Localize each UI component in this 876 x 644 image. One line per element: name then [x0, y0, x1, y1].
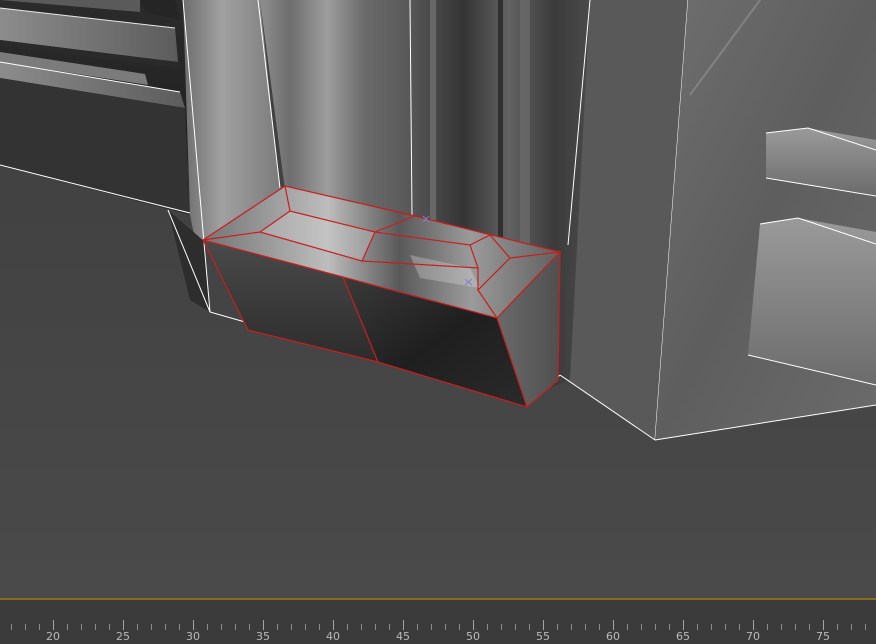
timeline-tick [151, 624, 152, 630]
timeline-tick-label: 55 [536, 630, 550, 643]
timeline-tick [613, 620, 614, 630]
timeline-tick [123, 620, 124, 630]
timeline-tick [487, 624, 488, 630]
timeline-tick [375, 624, 376, 630]
timeline-tick [739, 624, 740, 630]
timeline-tick-label: 70 [746, 630, 760, 643]
timeline-tick [571, 624, 572, 630]
timeline-tick [431, 624, 432, 630]
timeline-tick [25, 624, 26, 630]
timeline-tick [319, 624, 320, 630]
timeline-tick [851, 624, 852, 630]
right-wall[interactable] [654, 0, 876, 441]
timeline-tick [403, 620, 404, 630]
timeline-tick [11, 624, 12, 630]
timeline-tick [39, 624, 40, 630]
timeline-tick [683, 620, 684, 630]
timeline-tick-label: 65 [676, 630, 690, 643]
timeline-tick [627, 624, 628, 630]
timeline-tick [599, 624, 600, 630]
timeline-tick [137, 624, 138, 630]
timeline-tick [179, 624, 180, 630]
timeline-tick [781, 624, 782, 630]
timeline-tick [417, 624, 418, 630]
timeline-tick [445, 624, 446, 630]
timeline-tick [95, 624, 96, 630]
timeline-tick [543, 620, 544, 630]
timeline-tick-label: 30 [186, 630, 200, 643]
viewport-scene[interactable] [0, 0, 876, 598]
timeline-tick [641, 624, 642, 630]
timeline-tick-label: 75 [816, 630, 830, 643]
timeline-tick [235, 624, 236, 630]
timeline-tick [557, 624, 558, 630]
timeline-tick [67, 624, 68, 630]
timeline-tick [837, 624, 838, 630]
timeline-tick [333, 620, 334, 630]
timeline-tick [473, 620, 474, 630]
timeline-tick [655, 624, 656, 630]
timeline-tick [165, 624, 166, 630]
timeline-tick [697, 624, 698, 630]
timeline-tick [389, 624, 390, 630]
timeline-tick-label: 35 [256, 630, 270, 643]
timeline-tick [109, 624, 110, 630]
timeline-tick [53, 620, 54, 630]
timeline-tick [795, 624, 796, 630]
timeline-tick [361, 624, 362, 630]
timeline-tick [711, 624, 712, 630]
timeline-tick-label: 20 [46, 630, 60, 643]
timeline-tick [865, 624, 866, 630]
timeline-tick [809, 624, 810, 630]
timeline-tick [263, 620, 264, 630]
timeline-tick [249, 624, 250, 630]
3d-viewport[interactable] [0, 0, 876, 598]
timeline-tick [277, 624, 278, 630]
timeline-tick-label: 60 [606, 630, 620, 643]
timeline-tick [529, 624, 530, 630]
timeline-tick [725, 624, 726, 630]
timeline-tick [221, 624, 222, 630]
timeline-tick [193, 620, 194, 630]
timeline-tick-label: 25 [116, 630, 130, 643]
timeline-tick [753, 620, 754, 630]
timeline-tick-label: 40 [326, 630, 340, 643]
timeline-tick [669, 624, 670, 630]
timeline-tick [207, 624, 208, 630]
timeline-tick [459, 624, 460, 630]
timeline-tick [515, 624, 516, 630]
timeline-tick [347, 624, 348, 630]
timeline-tick-label: 50 [466, 630, 480, 643]
timeline-tick [305, 624, 306, 630]
timeline-tick [823, 620, 824, 630]
timeline-ruler[interactable]: 20 25 30 35 40 45 50 55 60 65 70 75 [0, 600, 876, 644]
timeline-tick [291, 624, 292, 630]
timeline-tick-label: 45 [396, 630, 410, 643]
timeline-tick [767, 624, 768, 630]
timeline-tick [81, 624, 82, 630]
timeline-tick [585, 624, 586, 630]
timeline-tick [501, 624, 502, 630]
timeline-bar[interactable]: 20 25 30 35 40 45 50 55 60 65 70 75 [0, 598, 876, 644]
